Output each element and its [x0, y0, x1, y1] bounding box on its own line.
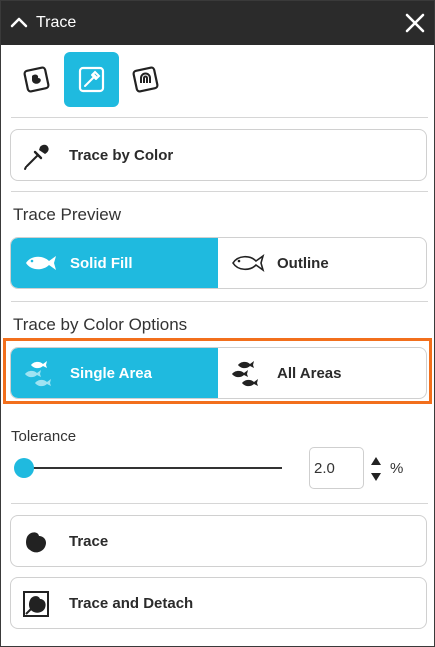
decrease-arrow-icon[interactable] — [368, 470, 384, 484]
mode-trace-outline-button[interactable] — [118, 52, 173, 107]
panel-title: Trace — [36, 14, 77, 31]
fish-outline-icon — [232, 254, 265, 272]
trace-shape-icon — [26, 532, 47, 553]
trace-method-label: Trace by Color — [69, 147, 174, 164]
trace-detach-icon — [23, 591, 49, 617]
collapse-chevron-icon[interactable] — [9, 13, 29, 33]
trace-button[interactable]: Trace — [10, 515, 427, 567]
tolerance-slider-thumb[interactable] — [14, 458, 34, 478]
trace-and-detach-button[interactable]: Trace and Detach — [10, 577, 427, 629]
tolerance-slider-track[interactable] — [15, 467, 282, 469]
divider — [11, 503, 428, 504]
trace-panel: Trace Trace by Color Trace Preview Solid… — [0, 0, 435, 647]
trace-preview-heading: Trace Preview — [13, 205, 122, 224]
divider — [11, 191, 428, 192]
trace-and-detach-label: Trace and Detach — [69, 595, 194, 612]
trace-label: Trace — [69, 533, 109, 550]
image-trace-icon — [23, 66, 50, 93]
outline-label: Outline — [277, 255, 329, 272]
fish-solid-icon — [26, 256, 56, 270]
mode-trace-by-color-button[interactable] — [64, 52, 119, 107]
tolerance-input[interactable]: 2.0 — [309, 447, 364, 489]
trace-by-color-options-heading: Trace by Color Options — [13, 315, 188, 334]
divider — [11, 117, 428, 118]
mode-trace-image-button[interactable] — [9, 52, 64, 107]
trace-preview-toggle: Solid Fill Outline — [10, 237, 427, 289]
tolerance-label: Tolerance — [11, 428, 77, 445]
selection-highlight-box — [3, 338, 432, 404]
close-icon[interactable] — [404, 12, 426, 34]
solid-fill-option[interactable]: Solid Fill — [11, 238, 218, 288]
outline-option[interactable]: Outline — [218, 238, 426, 288]
eyedropper-icon — [24, 144, 49, 170]
solid-fill-label: Solid Fill — [70, 255, 133, 272]
tolerance-unit: % — [390, 460, 404, 477]
eyedropper-icon — [78, 66, 105, 93]
trace-method-button[interactable]: Trace by Color — [10, 129, 427, 181]
magnet-trace-icon — [132, 66, 159, 93]
increase-arrow-icon[interactable] — [368, 454, 384, 468]
divider — [11, 301, 428, 302]
panel-titlebar: Trace — [1, 1, 434, 45]
